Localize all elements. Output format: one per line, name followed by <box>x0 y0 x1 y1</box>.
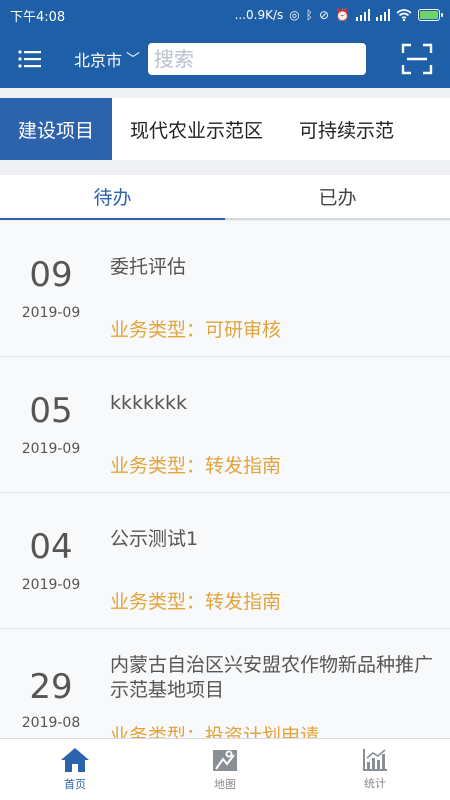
alarm-icon: ⏰ <box>335 8 350 22</box>
category-tab-construction[interactable]: 建设项目 <box>0 98 113 160</box>
status-time: 下午4:08 <box>10 9 66 25</box>
stats-icon <box>363 749 387 771</box>
city-selector[interactable]: 北京市 ﹀ <box>74 47 140 71</box>
nav-stats-label: 统计 <box>364 777 386 790</box>
signal-icon <box>356 9 370 21</box>
menu-button[interactable] <box>16 45 44 73</box>
menu-icon <box>18 50 41 68</box>
item-title: 内蒙古自治区兴安盟农作物新品种推广示范基地项目 <box>110 654 434 701</box>
category-tabs: 建设项目 现代农业示范区 可持续示范 <box>0 98 450 160</box>
scan-icon <box>401 43 433 75</box>
item-business-type: 业务类型：转发指南 <box>110 455 282 477</box>
category-tab-modern-agriculture[interactable]: 现代农业示范区 <box>112 98 281 160</box>
item-business-type: 业务类型：投资计划申请 <box>110 725 320 738</box>
hd-signal-icon <box>376 9 390 21</box>
item-title: 公示测试1 <box>110 528 199 550</box>
status-icons: ...0.9K/s ◎ ᛒ ⊘ ⏰ <box>234 8 443 22</box>
bluetooth-icon: ᛒ <box>305 8 313 22</box>
item-business-type: 业务类型：可研审核 <box>110 319 282 341</box>
nfc-icon: ◎ <box>289 8 300 22</box>
item-year-month: 2019-09 <box>21 577 81 593</box>
item-business-type: 业务类型：转发指南 <box>110 591 282 613</box>
list-item[interactable]: 09 2019-09 委托评估 业务类型：可研审核 <box>0 221 450 357</box>
item-year-month: 2019-09 <box>21 305 81 321</box>
nav-stats[interactable]: 统计 <box>300 739 450 800</box>
chevron-down-icon: ﹀ <box>126 52 141 68</box>
item-day: 09 <box>29 255 73 295</box>
item-title: 委托评估 <box>110 256 187 278</box>
status-tabs: 待办 已办 <box>0 175 450 220</box>
item-day: 05 <box>29 391 73 431</box>
task-list: 09 2019-09 委托评估 业务类型：可研审核 05 2019-09 kkk… <box>0 221 450 738</box>
tab-todo[interactable]: 待办 <box>0 175 225 220</box>
item-year-month: 2019-09 <box>21 441 81 457</box>
item-day: 04 <box>29 527 73 567</box>
map-icon <box>213 750 237 771</box>
bottom-nav: 首页 地图 统计 <box>0 738 450 800</box>
battery-level <box>420 11 438 19</box>
search-box[interactable] <box>148 43 367 75</box>
list-item[interactable]: 04 2019-09 公示测试1 业务类型：转发指南 <box>0 493 450 629</box>
wifi-icon <box>396 9 412 21</box>
nav-map-label: 地图 <box>214 778 236 791</box>
scan-button[interactable] <box>400 42 434 76</box>
tab-done[interactable]: 已办 <box>225 175 450 220</box>
network-speed: ...0.9K/s <box>234 8 284 22</box>
mute-icon: ⊘ <box>318 8 330 22</box>
list-item[interactable]: 05 2019-09 kkkkkkk 业务类型：转发指南 <box>0 357 450 493</box>
nav-home[interactable]: 首页 <box>0 739 150 800</box>
item-year-month: 2019-08 <box>21 715 81 731</box>
list-item[interactable]: 29 2019-08 内蒙古自治区兴安盟农作物新品种推广示范基地项目 业务类型：… <box>0 629 450 738</box>
app-header: 北京市 ﹀ <box>0 30 450 88</box>
category-tab-sustainable[interactable]: 可持续示范 <box>281 98 412 160</box>
home-icon <box>61 748 89 772</box>
item-day: 29 <box>29 667 73 707</box>
battery-icon <box>418 9 443 21</box>
status-bar: 下午4:08 ...0.9K/s ◎ ᛒ ⊘ ⏰ <box>0 0 450 30</box>
city-label: 北京市 <box>74 51 123 70</box>
search-input[interactable] <box>154 47 361 71</box>
nav-map[interactable]: 地图 <box>150 739 300 800</box>
item-title: kkkkkkk <box>110 392 188 414</box>
nav-home-label: 首页 <box>64 778 86 791</box>
